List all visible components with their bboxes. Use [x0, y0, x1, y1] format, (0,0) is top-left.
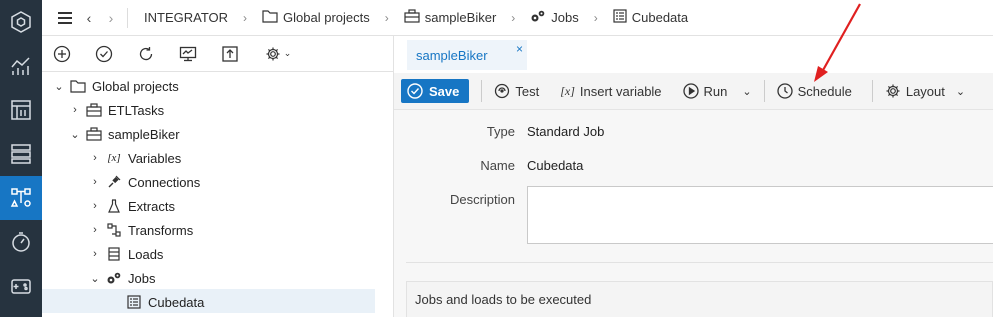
- annotation-arrow-icon: [814, 3, 861, 82]
